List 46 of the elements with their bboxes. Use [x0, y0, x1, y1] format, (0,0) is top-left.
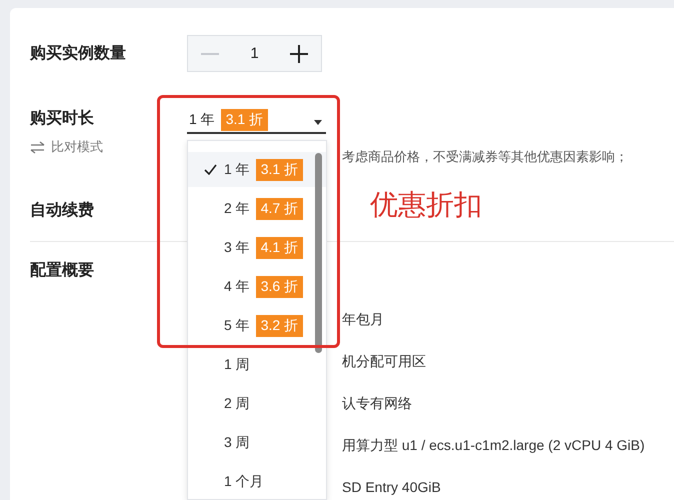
- option-label: 1 个月: [224, 472, 264, 490]
- scrollbar[interactable]: [315, 153, 322, 353]
- option-label: 3 年: [224, 238, 250, 256]
- option-label: 3 周: [224, 434, 250, 452]
- duration-option[interactable]: 1 年 3.1 折: [188, 152, 326, 187]
- field-label: 配置概要: [30, 260, 95, 281]
- duration-option[interactable]: 2 年 4.7 折: [188, 191, 326, 226]
- discount-badge: 3.2 折: [256, 314, 304, 336]
- discount-badge: 3.1 折: [256, 158, 304, 180]
- duration-option[interactable]: 1 周: [188, 347, 326, 382]
- option-label: 1 周: [224, 356, 250, 374]
- discount-badge: 4.1 折: [256, 236, 304, 258]
- duration-option[interactable]: 5 年 3.2 折: [188, 308, 326, 343]
- summary-line: SD Entry 40GiB: [342, 479, 442, 495]
- option-label: 1 年: [224, 160, 250, 178]
- field-label: 购买时长: [30, 108, 95, 129]
- plus-icon: [290, 44, 308, 62]
- discount-badge: 4.7 折: [256, 198, 304, 220]
- compare-mode-link[interactable]: 比对模式: [51, 138, 103, 156]
- option-label: 2 周: [224, 394, 250, 412]
- field-label: 自动续费: [30, 200, 95, 221]
- field-label: 购买实例数量: [30, 43, 127, 64]
- duration-option[interactable]: 3 周: [188, 425, 326, 460]
- summary-line: 用算力型 u1 / ecs.u1-c1m2.large (2 vCPU 4 GiB): [342, 437, 646, 455]
- duration-option[interactable]: 1 个月: [188, 464, 326, 499]
- duration-select[interactable]: 1 年 3.1 折: [187, 108, 326, 134]
- duration-option[interactable]: 3 年 4.1 折: [188, 230, 326, 265]
- annotation-text: 优惠折扣: [370, 188, 482, 222]
- discount-badge: 3.6 折: [256, 276, 304, 298]
- duration-option[interactable]: 4 年 3.6 折: [188, 269, 326, 304]
- minus-icon: [201, 52, 219, 54]
- quantity-value[interactable]: 1: [232, 45, 277, 62]
- summary-line: 认专有网络: [342, 395, 413, 413]
- price-note: 考虑商品价格，不受满减券等其他优惠因素影响；: [342, 148, 628, 166]
- check-icon: [204, 164, 216, 175]
- caret-icon: [314, 120, 322, 125]
- option-label: 2 年: [224, 200, 250, 218]
- swap-arrows-icon[interactable]: [30, 140, 45, 154]
- select-value: 1 年: [189, 111, 215, 129]
- option-label: 5 年: [224, 316, 250, 334]
- discount-badge: 3.1 折: [220, 109, 268, 131]
- option-label: 4 年: [224, 278, 250, 296]
- summary-line: 年包月: [342, 311, 385, 329]
- duration-option[interactable]: 2 周: [188, 386, 326, 421]
- quantity-stepper[interactable]: 1: [187, 35, 322, 72]
- summary-line: 机分配可用区: [342, 353, 427, 371]
